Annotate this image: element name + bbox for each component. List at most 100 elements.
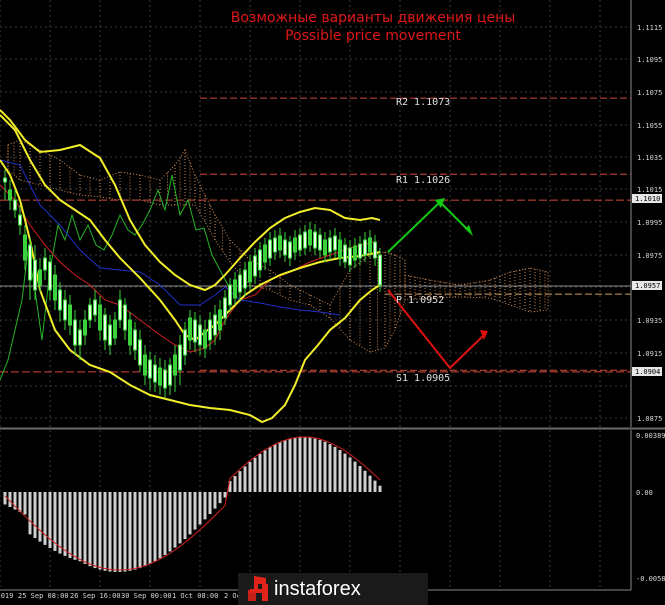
histogram-bar [93,492,97,569]
candle-body [368,237,372,253]
histogram-bar [248,461,252,492]
histogram-bar [178,492,182,544]
bollinger-middle [0,114,381,342]
candle-body [358,243,362,259]
histogram-bar [293,437,297,492]
candle-body [263,244,267,263]
histogram-bar [223,492,227,498]
candle-body [133,329,137,351]
candle-body [268,239,272,259]
histogram-bar [183,492,187,540]
candle-body [293,237,297,253]
time-tick: 25 Sep 08:00 [18,592,69,600]
candle-body [18,214,22,226]
level-label-r1: R1 1.1026 [396,175,450,186]
candle-body [48,261,52,291]
candle-body [68,304,72,326]
candle-body [243,269,247,289]
histogram-bar [353,461,357,492]
level-label-p: P 1.0952 [396,295,444,306]
osc-tick-bottom: -0.00586 [636,575,665,583]
candle-body [98,304,102,331]
time-tick: 30 Sep 00:00 [121,592,172,600]
histogram-bar [153,492,157,562]
price-tick: 1.1035 [637,154,662,162]
histogram-bar [378,485,382,492]
histogram-bar [323,441,327,492]
histogram-bar [43,492,47,545]
candle-body [83,319,87,336]
time-tick: 1 Oct 08:00 [172,592,218,600]
candle-body [248,261,252,283]
time-tick: 26 Sep 16:00 [70,592,121,600]
histogram-bar [208,492,212,515]
histogram-bar [193,492,197,530]
histogram-bar [3,492,7,505]
arrow-up-path [387,200,471,253]
candle-body [333,235,337,251]
histogram-bar [163,492,167,556]
candle-body [258,249,262,271]
histogram-bar [138,492,142,569]
histogram-bar [188,492,192,535]
histogram-bar [258,453,262,492]
candle-body [43,257,47,271]
histogram-bar [328,444,332,492]
histogram-bar [283,440,287,492]
histogram-bar [83,492,87,564]
candle-body [158,367,162,386]
arrow-up-tip [465,225,473,236]
candle-body [118,299,122,321]
candle-body [303,231,307,249]
candle-body [373,241,377,259]
histogram-bar [233,476,237,492]
price-tick: 1.1115 [637,24,662,32]
histogram-bar [368,475,372,492]
histogram-bar [298,437,302,492]
candle-body [253,255,257,277]
histogram-bar [128,492,132,571]
candle-body [218,309,222,331]
histogram-bar [198,492,202,525]
candle-body [203,329,207,349]
candle-body [3,177,7,183]
time-tick: 24 Sep 2019 [0,592,13,600]
histogram-bar [108,492,112,572]
histogram-bar [78,492,82,562]
histogram-bar [28,492,32,535]
candle-body [193,319,197,343]
histogram-bar [308,437,312,492]
candle-body [363,239,367,256]
histogram-bar [158,492,162,559]
osc-tick-top: 0.00389 [636,432,665,440]
histogram-bar [218,492,222,504]
candle-body [103,314,107,341]
price-axis: 1.1115 1.1095 1.1075 1.1055 1.1035 1.101… [630,0,665,590]
histogram-bar [278,441,282,492]
histogram-bar [238,471,242,492]
histogram-bar [358,466,362,492]
candle-body [88,304,92,321]
candle-body [63,299,67,321]
level-label-r2: R2 1.1073 [396,97,450,108]
candle-body [298,234,302,251]
candle-body [173,354,177,376]
price-tick: 1.0975 [637,252,662,260]
histogram-bar [288,438,292,492]
price-tick: 1.1015 [637,186,662,194]
candle-body [288,241,292,259]
price-chart[interactable]: R2 1.1073 R1 1.1026 P 1.0952 S1 1.0905 В… [0,0,665,605]
level-label-s1: S1 1.0905 [396,373,450,384]
candle-body [143,354,147,376]
candle-body [213,314,217,336]
tenkan-line [0,184,376,353]
candle-body [348,247,352,266]
candle-body [38,269,42,286]
candle-body [278,235,282,251]
histogram-bar [23,492,27,515]
candle-body [28,244,32,281]
candle-body [273,237,277,253]
histogram-bar [118,492,122,572]
price-tick: 1.0915 [637,350,662,358]
candle-body [13,199,17,211]
